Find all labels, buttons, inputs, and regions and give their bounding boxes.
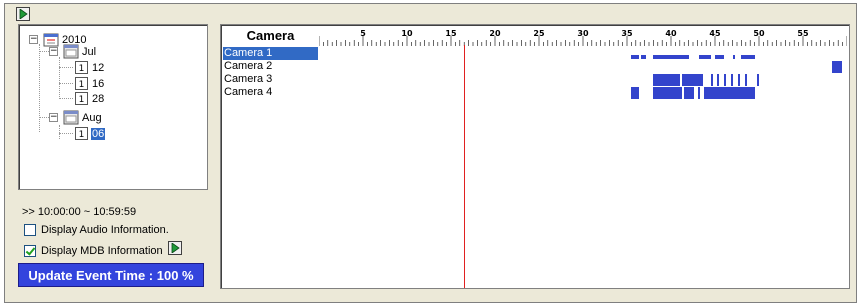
mdb-info-checkbox[interactable] [24,245,36,257]
event-bar[interactable] [631,87,640,99]
expander-2010[interactable]: − [29,35,38,44]
camera-row-4[interactable]: Camera 4 [223,86,318,99]
svg-text:1: 1 [79,64,85,74]
tree-connector [39,44,40,132]
ruler-label: 35 [621,29,633,38]
event-bar[interactable] [737,74,740,86]
ruler-label: 40 [665,29,677,38]
event-bar[interactable] [741,55,755,59]
tree-connector [59,125,60,139]
event-bar[interactable] [704,87,756,99]
ruler-label: 55 [797,29,809,38]
calendar-day-icon: 1 [75,61,88,74]
ruler-label: 10 [401,29,413,38]
event-bar[interactable] [641,55,647,59]
event-bar[interactable] [693,74,703,86]
event-bar[interactable] [699,55,712,59]
tree-connector [59,98,73,99]
tree-connector [39,51,49,52]
event-bar[interactable] [732,55,736,59]
tree-node-day-28[interactable]: 28 [91,93,105,105]
mdb-info-label: Display MDB Information [41,245,163,257]
calendar-day-icon: 1 [75,92,88,105]
time-cursor-line[interactable] [464,45,466,288]
event-bar[interactable] [698,87,701,99]
ruler-label: 30 [577,29,589,38]
event-bar[interactable] [631,55,640,59]
tree-node-day-06[interactable]: 06 [91,128,106,140]
event-bar[interactable] [730,74,733,86]
event-bar[interactable] [682,74,693,86]
audio-info-label: Display Audio Information. [41,224,169,236]
time-range-label: >> 10:00:00 ~ 10:59:59 [22,206,137,218]
minute-ruler: 5 10 15 20 25 30 35 40 45 50 55 [319,29,847,46]
ruler-label: 20 [489,29,501,38]
calendar-day-icon: 1 [75,77,88,90]
tree-connector [59,133,73,134]
svg-text:1: 1 [79,95,85,105]
ruler-label: 5 [360,29,366,38]
event-bar[interactable] [684,87,694,99]
event-bar[interactable] [832,61,842,73]
calendar-year-icon [43,33,59,47]
event-bar[interactable] [757,74,760,86]
expander-aug[interactable]: − [49,113,58,122]
play-icon [19,9,28,19]
play-icon [171,243,180,253]
event-bar[interactable] [744,74,747,86]
tree-node-day-16[interactable]: 16 [91,78,105,90]
event-bar[interactable] [716,74,719,86]
event-bars-area[interactable] [319,47,847,107]
audio-info-checkbox[interactable] [24,224,36,236]
camera-row-1[interactable]: Camera 1 [223,47,318,60]
mdb-info-option[interactable]: Display MDB Information [24,245,163,257]
tree-connector [59,67,73,68]
expander-jul[interactable]: − [49,47,58,56]
date-tree-view[interactable]: − 2010 − Jul 1 12 1 16 1 28 − Aug 1 06 [18,24,208,190]
event-bar[interactable] [652,87,682,99]
tree-connector [39,117,49,118]
event-timeline[interactable]: Camera 5 10 15 20 25 30 35 40 45 50 55 Camera 1 Ca… [220,24,850,289]
event-bar[interactable] [672,74,680,86]
svg-text:1: 1 [79,130,85,140]
event-bar[interactable] [715,55,724,59]
event-bar[interactable] [653,74,663,86]
tree-node-month-jul[interactable]: Jul [81,46,97,58]
ruler-label: 25 [533,29,545,38]
tree-node-day-12[interactable]: 12 [91,62,105,74]
camera-row-2[interactable]: Camera 2 [223,60,318,73]
update-event-time-status: Update Event Time : 100 % [18,263,204,287]
audio-info-option[interactable]: Display Audio Information. [24,224,169,236]
tree-node-month-aug[interactable]: Aug [81,112,103,124]
tree-connector [59,83,73,84]
tree-connector [59,57,60,97]
calendar-month-icon [63,110,79,125]
calendar-month-icon [63,44,79,59]
event-bar[interactable] [662,74,673,86]
svg-text:1: 1 [79,80,85,90]
ruler-label: 15 [445,29,457,38]
event-bar[interactable] [710,74,713,86]
mdb-play-button[interactable] [168,241,182,255]
camera-column-header: Camera [246,28,295,43]
expand-play-button[interactable] [16,7,30,21]
event-bar[interactable] [723,74,726,86]
calendar-day-icon: 1 [75,127,88,140]
ruler-label: 45 [709,29,721,38]
camera-row-3[interactable]: Camera 3 [223,73,318,86]
ruler-label: 50 [753,29,765,38]
event-bar[interactable] [653,55,689,59]
camera-list[interactable]: Camera 1 Camera 2 Camera 3 Camera 4 [223,47,318,99]
